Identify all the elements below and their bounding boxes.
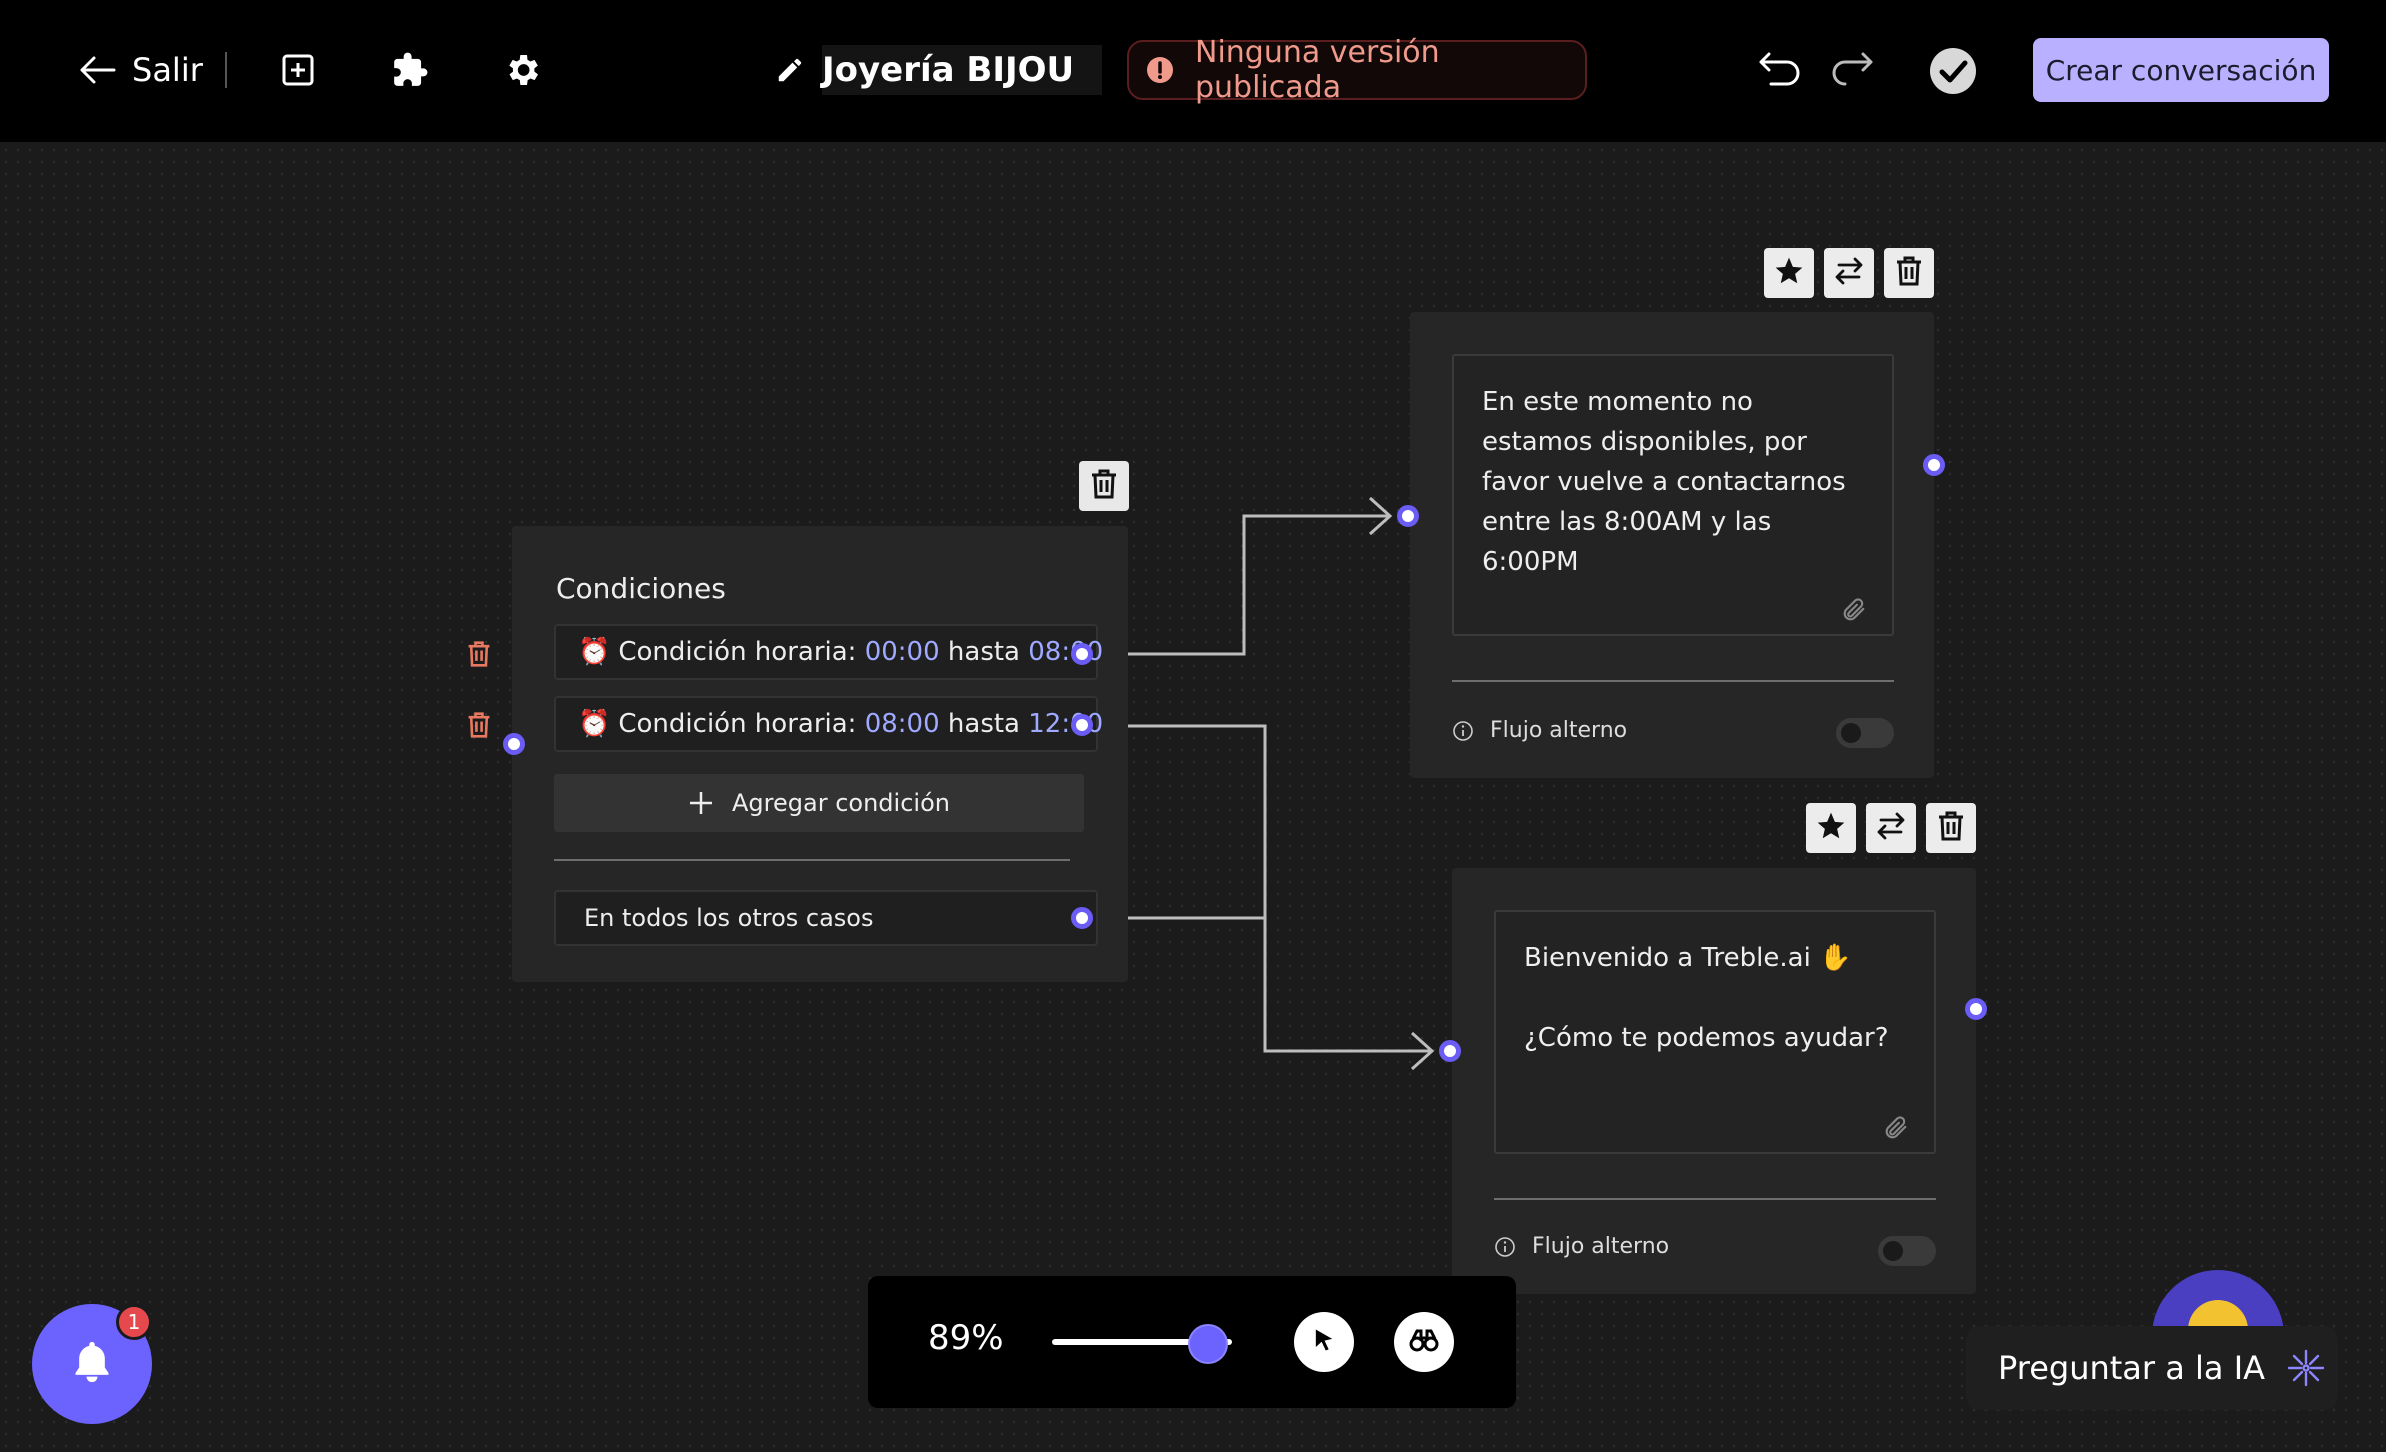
alarm-icon: ⏰ bbox=[578, 709, 611, 739]
condition-from[interactable]: 00:00 bbox=[865, 637, 940, 667]
condition-sep: hasta bbox=[947, 709, 1020, 739]
otherwise-row[interactable]: En todos los otros casos bbox=[554, 890, 1098, 946]
condition-node-title: Condiciones bbox=[556, 572, 726, 605]
zoom-slider[interactable] bbox=[1052, 1324, 1232, 1364]
delete-condition-button[interactable] bbox=[466, 711, 492, 743]
otherwise-output-port[interactable] bbox=[1071, 907, 1093, 929]
star-icon bbox=[1773, 255, 1805, 291]
message-node-input-port[interactable] bbox=[1397, 505, 1419, 527]
sparkle-icon bbox=[2285, 1347, 2327, 1389]
message-node[interactable]: Bienvenido a Treble.ai ✋ ¿Cómo te podemo… bbox=[1452, 868, 1976, 1294]
select-tool-button[interactable] bbox=[1294, 1312, 1354, 1372]
alt-flow-toggle[interactable] bbox=[1836, 718, 1894, 748]
swap-button[interactable] bbox=[1824, 248, 1874, 298]
condition-label: Condición horaria: bbox=[618, 709, 857, 739]
condition-divider bbox=[554, 859, 1070, 861]
condition-node[interactable]: Condiciones ⏰ Condición horaria: 00:00 h… bbox=[512, 526, 1128, 982]
add-condition-button[interactable]: Agregar condición bbox=[554, 774, 1084, 832]
alt-flow-label: Flujo alterno bbox=[1532, 1234, 1670, 1259]
bell-icon bbox=[70, 1338, 114, 1390]
trash-icon bbox=[466, 641, 492, 672]
favorite-button[interactable] bbox=[1764, 248, 1814, 298]
info-icon bbox=[1494, 1236, 1516, 1262]
binoculars-icon bbox=[1408, 1326, 1440, 1358]
favorite-button[interactable] bbox=[1806, 803, 1856, 853]
swap-button[interactable] bbox=[1866, 803, 1916, 853]
delete-node-button[interactable] bbox=[1926, 803, 1976, 853]
condition-sep: hasta bbox=[947, 637, 1020, 667]
message-node-input-port[interactable] bbox=[1439, 1040, 1461, 1062]
paperclip-icon[interactable] bbox=[1882, 1114, 1910, 1146]
otherwise-label: En todos los otros casos bbox=[584, 904, 874, 932]
zoom-toolbar: 89% bbox=[868, 1276, 1516, 1408]
ask-ai-label: Preguntar a la IA bbox=[1998, 1349, 2266, 1387]
connector-lines bbox=[1128, 496, 1435, 1071]
trash-icon bbox=[1089, 468, 1119, 504]
zoom-level: 89% bbox=[928, 1318, 1004, 1358]
explore-tool-button[interactable] bbox=[1394, 1312, 1454, 1372]
message-node-output-port[interactable] bbox=[1923, 454, 1945, 476]
message-divider bbox=[1452, 680, 1894, 682]
swap-icon bbox=[1875, 810, 1907, 846]
cursor-icon bbox=[1310, 1326, 1338, 1358]
message-node[interactable]: En este momento no estamos disponibles, … bbox=[1410, 312, 1934, 778]
message-node-output-port[interactable] bbox=[1965, 998, 1987, 1020]
condition-row[interactable]: ⏰ Condición horaria: 00:00 hasta 08:00 bbox=[554, 624, 1103, 680]
alt-flow-label: Flujo alterno bbox=[1490, 718, 1628, 743]
condition-from[interactable]: 08:00 bbox=[865, 709, 940, 739]
swap-icon bbox=[1833, 255, 1865, 291]
condition-output-port[interactable] bbox=[1071, 714, 1093, 736]
message-divider bbox=[1494, 1198, 1936, 1200]
alarm-icon: ⏰ bbox=[578, 637, 611, 667]
add-condition-label: Agregar condición bbox=[732, 789, 950, 817]
plus-icon bbox=[688, 790, 714, 816]
delete-condition-node-button[interactable] bbox=[1079, 461, 1129, 511]
message-textarea[interactable]: Bienvenido a Treble.ai ✋ ¿Cómo te podemo… bbox=[1494, 910, 1936, 1154]
notification-count-badge: 1 bbox=[116, 1304, 152, 1340]
star-icon bbox=[1815, 810, 1847, 846]
condition-output-port[interactable] bbox=[1071, 643, 1093, 665]
zoom-slider-thumb[interactable] bbox=[1188, 1324, 1228, 1364]
trash-icon bbox=[1936, 810, 1966, 846]
info-icon bbox=[1452, 720, 1474, 746]
delete-node-button[interactable] bbox=[1884, 248, 1934, 298]
paperclip-icon[interactable] bbox=[1840, 596, 1868, 628]
delete-condition-button[interactable] bbox=[466, 640, 492, 672]
condition-label: Condición horaria: bbox=[618, 637, 857, 667]
ask-ai-button[interactable]: Preguntar a la IA bbox=[1966, 1326, 2338, 1410]
alt-flow-toggle[interactable] bbox=[1878, 1236, 1936, 1266]
message-textarea[interactable]: En este momento no estamos disponibles, … bbox=[1452, 354, 1894, 636]
condition-node-input-port[interactable] bbox=[503, 733, 525, 755]
trash-icon bbox=[1894, 255, 1924, 291]
condition-row[interactable]: ⏰ Condición horaria: 08:00 hasta 12:00 bbox=[554, 696, 1103, 752]
trash-icon bbox=[466, 712, 492, 743]
